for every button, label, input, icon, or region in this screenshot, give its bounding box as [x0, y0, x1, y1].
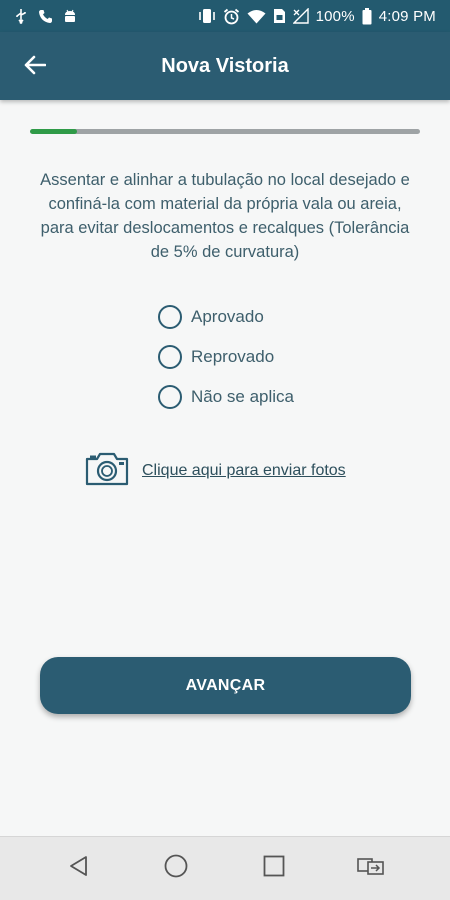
usb-icon — [14, 8, 28, 24]
progress-bar — [30, 129, 420, 134]
battery-percentage: 100% — [315, 7, 355, 25]
option-nao-se-aplica[interactable]: Não se aplica — [158, 384, 358, 410]
send-photos-link[interactable]: Clique aqui para enviar fotos — [84, 452, 346, 490]
system-nav-bar — [0, 836, 450, 900]
home-circle-icon — [163, 853, 189, 884]
status-left — [14, 8, 77, 24]
advance-button[interactable]: AVANÇAR — [40, 657, 411, 714]
sim-icon — [273, 8, 286, 24]
signal-icon — [292, 8, 309, 24]
send-photos-label[interactable]: Clique aqui para enviar fotos — [142, 462, 346, 480]
switch-apps-icon — [356, 854, 386, 883]
back-button[interactable] — [18, 50, 52, 84]
camera-icon — [84, 451, 130, 492]
vibrate-icon — [198, 8, 216, 24]
option-label: Reprovado — [191, 347, 275, 366]
phone-icon — [38, 9, 53, 24]
option-reprovado[interactable]: Reprovado — [158, 344, 358, 370]
progress-bar-fill — [30, 129, 77, 134]
status-right: 100% 4:09 PM — [198, 7, 436, 25]
recents-square-icon — [262, 854, 286, 883]
status-time: 4:09 PM — [378, 7, 436, 25]
android-icon — [63, 9, 77, 24]
page-title: Nova Vistoria — [161, 54, 289, 77]
nav-back-button[interactable] — [59, 849, 99, 889]
radio-button[interactable] — [158, 345, 182, 369]
arrow-left-icon — [24, 55, 47, 80]
back-triangle-icon — [67, 854, 91, 883]
option-label: Aprovado — [191, 307, 264, 326]
nav-switch-button[interactable] — [351, 849, 391, 889]
wifi-icon — [247, 9, 266, 24]
answer-options: Aprovado Reprovado Não se aplica — [158, 304, 358, 424]
nav-home-button[interactable] — [156, 849, 196, 889]
radio-button[interactable] — [158, 385, 182, 409]
radio-button[interactable] — [158, 305, 182, 329]
app-bar: Nova Vistoria — [0, 32, 450, 100]
status-bar: 100% 4:09 PM — [0, 0, 450, 32]
alarm-icon — [223, 8, 240, 25]
inspection-question: Assentar e alinhar a tubulação no local … — [40, 171, 410, 261]
nav-recents-button[interactable] — [254, 849, 294, 889]
option-label: Não se aplica — [191, 387, 295, 406]
option-aprovado[interactable]: Aprovado — [158, 304, 358, 330]
battery-icon — [362, 7, 372, 25]
